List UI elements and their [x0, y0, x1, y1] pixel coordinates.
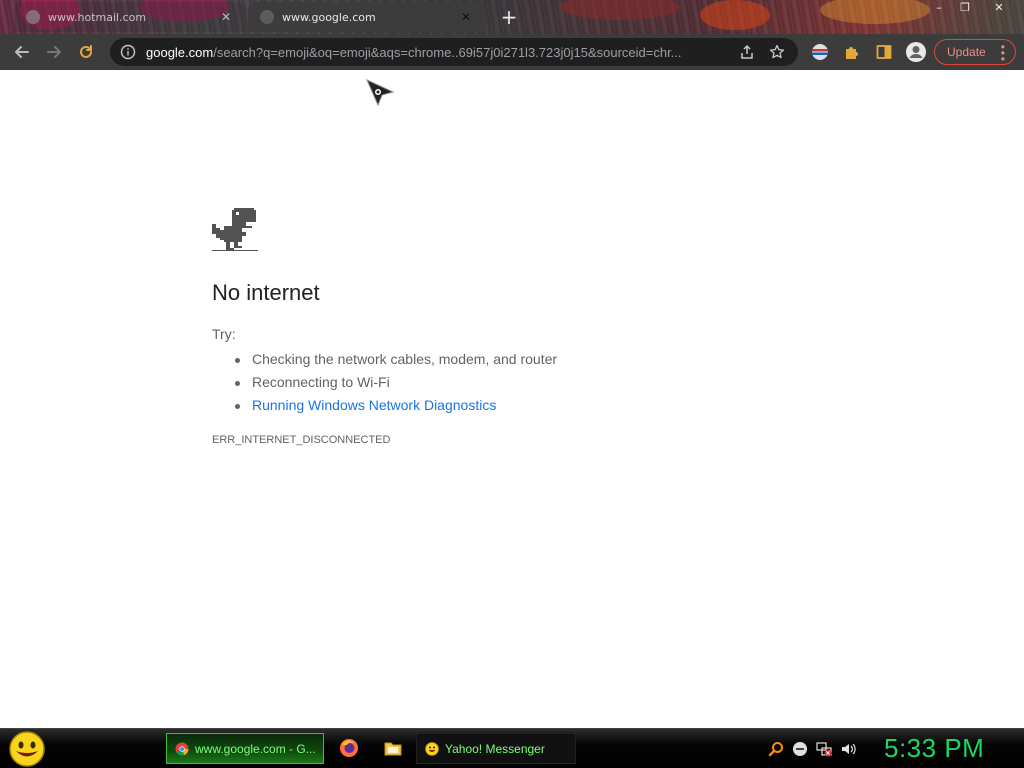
suggestion-item: Reconnecting to Wi-Fi: [234, 371, 557, 394]
folder-icon[interactable]: [382, 737, 404, 759]
tab-hotmail[interactable]: www.hotmail.com ✕: [14, 2, 246, 32]
tab-title: www.google.com: [282, 10, 376, 24]
back-arrow-icon: [15, 46, 29, 58]
share-button[interactable]: [736, 41, 758, 63]
extension-circle-icon: [812, 44, 828, 60]
dinosaur-icon: [212, 208, 258, 251]
url-text[interactable]: google.com/search?q=emoji&oq=emoji&aqs=c…: [146, 45, 728, 60]
bookmark-button[interactable]: [766, 41, 788, 63]
wallpaper-splash: [820, 0, 930, 24]
forward-button[interactable]: [42, 40, 66, 64]
star-icon: [769, 44, 785, 59]
puzzle-icon: [846, 47, 858, 59]
taskbar-clock[interactable]: 5:33 PM: [884, 733, 984, 764]
menu-dots-icon[interactable]: • • •: [1001, 41, 1005, 65]
mouse-cursor-icon: [366, 78, 395, 107]
network-diagnostics-link[interactable]: Running Windows Network Diagnostics: [234, 394, 557, 417]
extension-flag-button[interactable]: [808, 40, 832, 64]
side-panel-button[interactable]: [872, 40, 896, 64]
try-label: Try:: [212, 326, 236, 342]
taskbar-item-yahoo-messenger[interactable]: Yahoo! Messenger: [416, 733, 576, 764]
url-path: /search?q=emoji&oq=emoji&aqs=chrome..69i…: [213, 44, 682, 60]
profile-button[interactable]: [904, 40, 928, 64]
taskbar-item-label: www.google.com - G...: [195, 741, 316, 756]
back-button[interactable]: [10, 40, 34, 64]
new-tab-button[interactable]: +: [498, 6, 520, 28]
tab-strip: www.hotmail.com ✕ www.google.com ✕ + – ❐…: [0, 0, 1024, 34]
avatar-icon: [906, 42, 926, 62]
wallpaper-splash: [700, 0, 770, 30]
info-icon[interactable]: [120, 44, 136, 60]
close-window-button[interactable]: ✕: [988, 0, 1010, 16]
forward-arrow-icon: [47, 46, 61, 58]
url-host: google.com: [146, 44, 214, 60]
chrome-icon: [175, 742, 189, 755]
tab-favicon: [26, 10, 40, 24]
browser-toolbar: google.com/search?q=emoji&oq=emoji&aqs=c…: [0, 34, 1024, 70]
suggestion-item: Checking the network cables, modem, and …: [234, 348, 557, 371]
wallpaper-splash: [560, 0, 680, 20]
update-label: Update: [947, 45, 986, 59]
share-icon: [741, 44, 753, 59]
volume-icon[interactable]: [840, 741, 856, 757]
minus-circle-icon[interactable]: [792, 741, 808, 757]
network-disconnected-icon[interactable]: [816, 741, 832, 757]
tab-title: www.hotmail.com: [48, 10, 147, 24]
firefox-icon[interactable]: [338, 737, 360, 759]
address-bar[interactable]: google.com/search?q=emoji&oq=emoji&aqs=c…: [110, 38, 798, 66]
taskbar-item-chrome[interactable]: www.google.com - G...: [166, 733, 324, 764]
reload-button[interactable]: [74, 40, 98, 64]
side-panel-icon: [876, 45, 892, 59]
reload-icon: [80, 45, 92, 58]
error-headline: No internet: [212, 280, 320, 305]
extensions-button[interactable]: [840, 40, 864, 64]
close-icon[interactable]: ✕: [458, 9, 474, 25]
error-page: No internet Try: Checking the network ca…: [0, 70, 1024, 728]
tab-favicon: [260, 10, 274, 24]
restore-button[interactable]: ❐: [954, 0, 976, 16]
close-icon[interactable]: ✕: [218, 9, 234, 25]
taskbar-item-label: Yahoo! Messenger: [445, 741, 545, 756]
start-button-smiley-icon[interactable]: [6, 730, 48, 768]
suggestion-list: Checking the network cables, modem, and …: [234, 348, 557, 417]
update-button[interactable]: Update • • •: [934, 39, 1016, 65]
error-code: ERR_INTERNET_DISCONNECTED: [212, 434, 391, 446]
yahoo-messenger-icon: [425, 741, 439, 756]
search-icon[interactable]: [768, 741, 784, 757]
taskbar: www.google.com - G... Yahoo! Messenger 5…: [0, 728, 1024, 768]
tab-google[interactable]: www.google.com ✕: [248, 2, 486, 32]
minimize-button[interactable]: –: [928, 0, 950, 16]
